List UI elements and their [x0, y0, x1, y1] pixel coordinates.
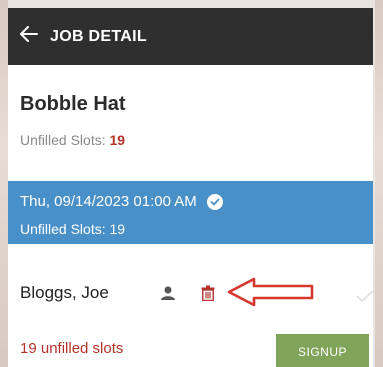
red-arrow-left-icon — [226, 276, 318, 313]
signup-row: Bloggs, Joe — [8, 273, 373, 313]
unfilled-count: 19 — [109, 132, 126, 148]
arrow-left-icon — [20, 26, 38, 47]
background-right — [375, 0, 383, 367]
trash-icon[interactable] — [201, 285, 215, 306]
footer-unfilled-slots: 19 unfilled slots — [20, 340, 124, 357]
unfilled-label: Unfilled Slots: — [20, 132, 106, 148]
job-unfilled-slots: Unfilled Slots: 19 — [20, 132, 361, 148]
job-detail-panel: JOB DETAIL Bobble Hat Unfilled Slots: 19… — [8, 8, 373, 367]
background-left — [0, 0, 8, 367]
job-summary: Bobble Hat Unfilled Slots: 19 — [8, 93, 373, 148]
signup-button[interactable]: SIGNUP — [276, 334, 369, 367]
check-icon[interactable] — [356, 289, 373, 307]
job-title: Bobble Hat — [20, 93, 126, 115]
slot-datetime-row: Thu, 09/14/2023 01:00 AM — [20, 193, 223, 210]
page-title: JOB DETAIL — [50, 27, 147, 45]
slot-unfilled-slots: Unfilled Slots: 19 — [20, 221, 126, 237]
slot-banner[interactable]: Thu, 09/14/2023 01:00 AM Unfilled Slots:… — [8, 181, 373, 244]
back-button[interactable] — [8, 8, 50, 65]
check-circle-icon — [206, 193, 223, 210]
app-header: JOB DETAIL — [8, 8, 373, 65]
volunteer-name: Bloggs, Joe — [20, 283, 109, 302]
person-icon — [160, 285, 176, 306]
slot-datetime: Thu, 09/14/2023 01:00 AM — [20, 193, 197, 210]
